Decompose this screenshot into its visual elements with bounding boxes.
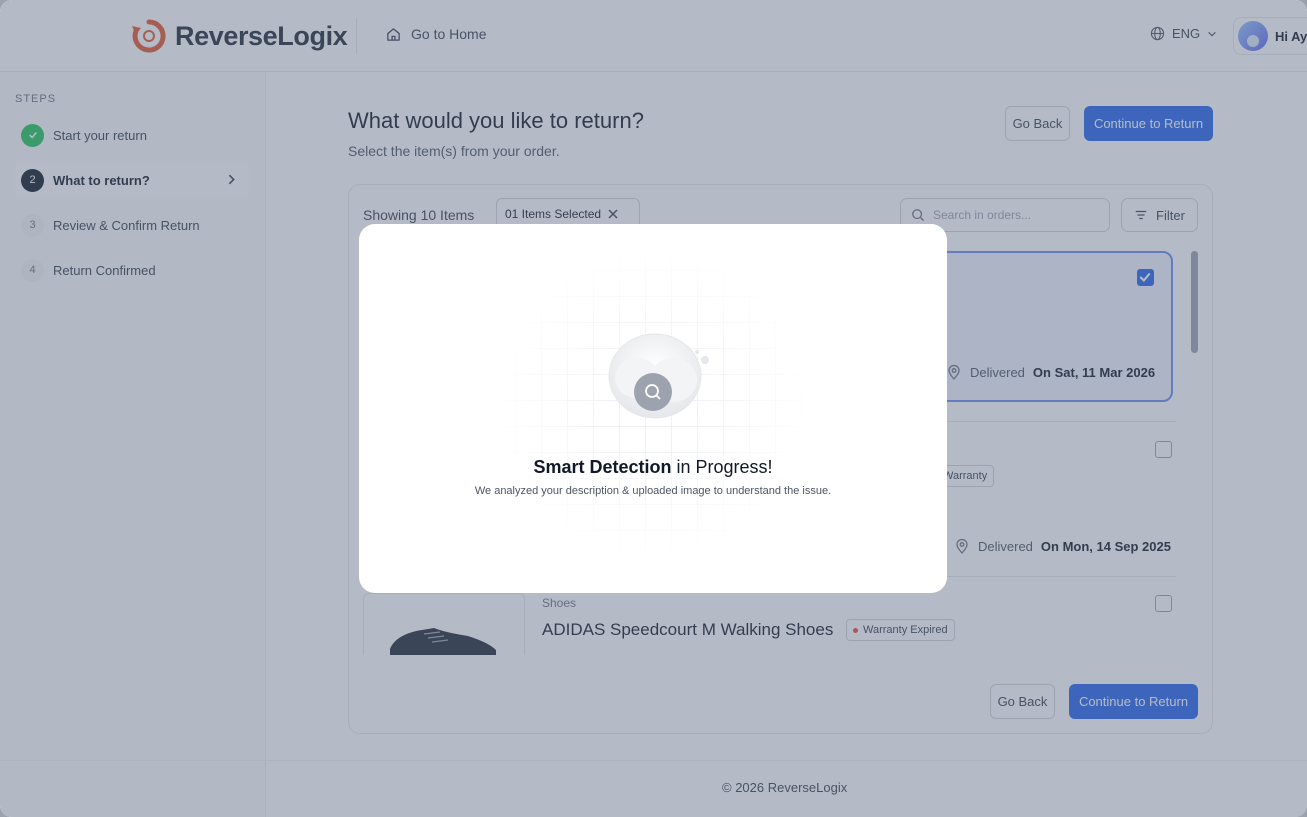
modal-title: Smart Detection in Progress! [359,457,947,478]
app-window: ReverseLogix Go to Home ENG Hi Ayu [0,0,1307,817]
modal-description: We analyzed your description & uploaded … [474,485,832,497]
modal-title-bold: Smart Detection [533,457,672,477]
smart-detection-modal: Smart Detection in Progress! We analyzed… [359,224,947,593]
cloud-search-icon [608,333,709,419]
modal-title-rest: in Progress! [671,457,773,477]
